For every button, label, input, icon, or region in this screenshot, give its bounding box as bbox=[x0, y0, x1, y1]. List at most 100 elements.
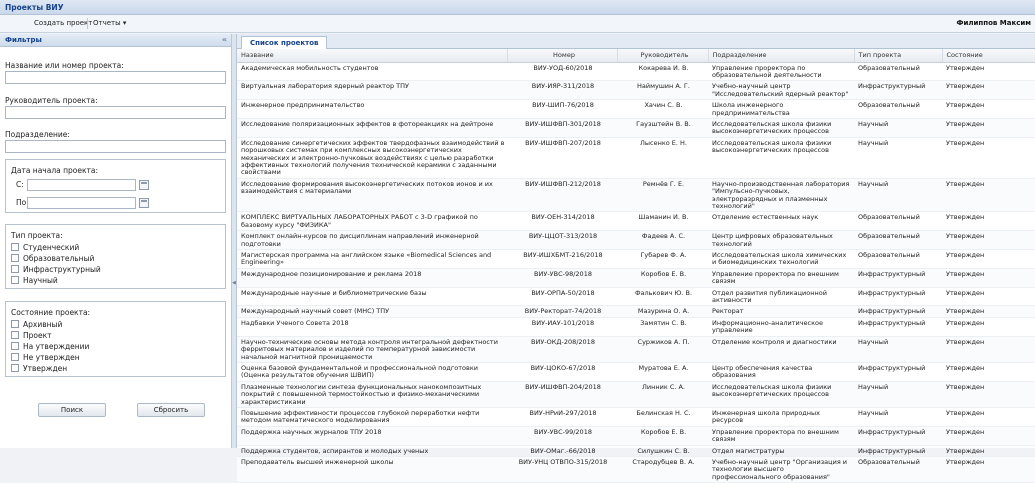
type-checkbox[interactable]: Инфраструктурный bbox=[11, 265, 101, 275]
table-row[interactable]: Международный научный совет (МНС) ТПУ ВИУ… bbox=[237, 305, 1035, 318]
cell-number: ВИУ-УВС-98/2018 bbox=[507, 268, 617, 288]
date-from-label: С: bbox=[16, 180, 24, 189]
column-header-name[interactable]: Название bbox=[237, 49, 508, 63]
cell-number: ВИУ-НРиИ-297/2018 bbox=[507, 407, 617, 427]
cell-name: Поддержка научных журналов ТПУ 2018 bbox=[237, 426, 507, 446]
checkbox-icon[interactable] bbox=[11, 320, 19, 328]
filters-header: Фильтры « bbox=[0, 34, 231, 47]
table-row[interactable]: Виртуальная лаборатория ядерный реактор … bbox=[237, 80, 1035, 101]
cell-department: Научно-производственная лаборатория "Имп… bbox=[708, 178, 854, 213]
table-row[interactable]: Международные научные и библиометрически… bbox=[237, 287, 1035, 307]
cell-number: ВИУ-ЦОКО-67/2018 bbox=[507, 362, 617, 382]
checkbox-icon[interactable] bbox=[11, 276, 19, 284]
cell-department: Инженерная школа природных ресурсов bbox=[708, 407, 854, 427]
calendar-icon[interactable] bbox=[139, 180, 149, 190]
cell-department: Управление проректора по образовательной… bbox=[708, 62, 854, 82]
table-row[interactable]: Научно-технические основы метода контрол… bbox=[237, 336, 1035, 363]
column-header-manager[interactable]: Руководитель bbox=[617, 49, 709, 63]
table-header-row: Название Номер Руководитель Подразделени… bbox=[237, 49, 1035, 63]
cell-department: Учебно-научный центр "Организация и техн… bbox=[708, 456, 854, 483]
state-checkbox[interactable]: Не утвержден bbox=[11, 353, 80, 363]
table-row[interactable]: Поддержка научных журналов ТПУ 2018 ВИУ-У… bbox=[237, 426, 1035, 446]
projects-panel: Список проектов Название Номер Руководит… bbox=[237, 34, 1035, 483]
table-row[interactable]: Магистерская программа на английском язы… bbox=[237, 249, 1035, 269]
cell-type: Инфраструктурный bbox=[854, 287, 942, 307]
cell-number: ВИУ-УОД-60/2018 bbox=[507, 62, 617, 82]
user-name[interactable]: Филиппов Максим bbox=[957, 19, 1031, 27]
cell-name: Международный научный совет (МНС) ТПУ bbox=[237, 305, 507, 318]
cell-manager: Лысенко Е. Н. bbox=[617, 137, 708, 179]
table-row[interactable]: Исследование синергетических эффектов тв… bbox=[237, 137, 1035, 179]
table-row[interactable]: Надбавки Ученого Совета 2018 ВИУ-ИАУ-101/… bbox=[237, 317, 1035, 337]
column-header-department[interactable]: Подразделение bbox=[708, 49, 855, 63]
cell-type: Научный bbox=[854, 178, 942, 213]
collapse-icon[interactable]: « bbox=[222, 35, 227, 44]
table-row[interactable]: Поддержка студентов, аспирантов и молоды… bbox=[237, 445, 1035, 457]
cell-name: Исследование формирования высокоэнергети… bbox=[237, 178, 507, 213]
project-name-input[interactable] bbox=[5, 71, 226, 84]
date-from-input[interactable] bbox=[27, 179, 136, 191]
state-checkbox[interactable]: На утверждении bbox=[11, 342, 89, 352]
table-row[interactable]: Академическая мобильность студентов ВИУ-У… bbox=[237, 62, 1035, 82]
table-row[interactable]: Международное позиционирование и реклама… bbox=[237, 268, 1035, 288]
date-to-input[interactable] bbox=[27, 197, 136, 209]
project-type-label: Тип проекта: bbox=[11, 231, 63, 240]
checkbox-icon[interactable] bbox=[11, 342, 19, 350]
type-checkbox[interactable]: Образовательный bbox=[11, 254, 94, 264]
cell-type: Образовательный bbox=[854, 230, 942, 251]
create-project-button[interactable]: Создать проект bbox=[34, 19, 92, 27]
cell-manager: Наймушин А. Г. bbox=[617, 80, 708, 101]
cell-number: ВИУ-Ректорат-74/2018 bbox=[507, 305, 617, 318]
splitter-arrow-icon[interactable]: ◀ bbox=[232, 280, 236, 286]
table-row[interactable]: Плазменные технологии синтеза функционал… bbox=[237, 381, 1035, 408]
checkbox-icon[interactable] bbox=[11, 243, 19, 251]
filters-title: Фильтры bbox=[5, 36, 42, 44]
cell-department: Отделение естественных наук bbox=[708, 211, 854, 232]
manager-input[interactable] bbox=[5, 106, 226, 119]
state-checkbox[interactable]: Проект bbox=[11, 331, 52, 341]
cell-department: Информационно-аналитическое управление bbox=[708, 317, 854, 337]
cell-type: Инфраструктурный bbox=[854, 80, 942, 101]
cell-type: Инфраструктурный bbox=[854, 305, 942, 318]
project-state-group: Состояние проекта: Архивный Проект На ут… bbox=[5, 301, 226, 377]
cell-type: Научный bbox=[854, 336, 942, 363]
reset-button[interactable]: Сбросить bbox=[137, 403, 205, 417]
department-label: Подразделение: bbox=[5, 130, 70, 139]
cell-state: Утвержден bbox=[942, 287, 1035, 307]
column-header-type[interactable]: Тип проекта bbox=[854, 49, 943, 63]
calendar-icon[interactable] bbox=[139, 198, 149, 208]
table-row[interactable]: Инженерное предпринимательство ВИУ-ШИП-76… bbox=[237, 99, 1035, 119]
state-checkbox[interactable]: Утвержден bbox=[11, 364, 67, 374]
cell-department: Управление проректора по внешним связям bbox=[708, 426, 854, 446]
cell-department: Центр обеспечения качества образования bbox=[708, 362, 854, 382]
table-row[interactable]: Повышение эффективности процессов глубок… bbox=[237, 407, 1035, 427]
column-header-state[interactable]: Состояние bbox=[942, 49, 1035, 63]
cell-type: Инфраструктурный bbox=[854, 268, 942, 288]
column-header-number[interactable]: Номер bbox=[507, 49, 618, 63]
search-button[interactable]: Поиск bbox=[38, 403, 106, 417]
tab-project-list[interactable]: Список проектов bbox=[241, 36, 328, 49]
reports-menu-button[interactable]: Отчеты ▾ bbox=[93, 19, 126, 27]
cell-name: Оценка базовой фундаментальной и професс… bbox=[237, 362, 507, 382]
checkbox-icon[interactable] bbox=[11, 331, 19, 339]
department-input[interactable] bbox=[5, 140, 226, 153]
cell-name: Магистерская программа на английском язы… bbox=[237, 249, 507, 269]
table-row[interactable]: Исследование формирования высокоэнергети… bbox=[237, 178, 1035, 213]
state-checkbox[interactable]: Архивный bbox=[11, 320, 62, 330]
checkbox-icon[interactable] bbox=[11, 364, 19, 372]
cell-manager: Шаманин И. В. bbox=[617, 211, 708, 232]
checkbox-icon[interactable] bbox=[11, 353, 19, 361]
cell-state: Утвержден bbox=[942, 426, 1035, 446]
cell-department: Школа инженерного предпринимательства bbox=[708, 99, 854, 119]
type-checkbox[interactable]: Студенческий bbox=[11, 243, 79, 253]
cell-number: ВИУ-УНЦ ОТВПО-315/2018 bbox=[507, 456, 617, 483]
table-row[interactable]: Комплект онлайн-курсов по дисциплинам на… bbox=[237, 230, 1035, 251]
checkbox-icon[interactable] bbox=[11, 265, 19, 273]
toolbar-separator bbox=[87, 18, 88, 29]
table-row[interactable]: Оценка базовой фундаментальной и професс… bbox=[237, 362, 1035, 382]
type-checkbox[interactable]: Научный bbox=[11, 276, 58, 286]
table-row[interactable]: КОМПЛЕКС ВИРТУАЛЬНЫХ ЛАБОРАТОРНЫХ РАБОТ … bbox=[237, 211, 1035, 232]
checkbox-icon[interactable] bbox=[11, 254, 19, 262]
table-row[interactable]: Исследование поляризационных эффектов в … bbox=[237, 118, 1035, 138]
table-row[interactable]: Преподаватель высшей инженерной школы ВИУ… bbox=[237, 456, 1035, 483]
